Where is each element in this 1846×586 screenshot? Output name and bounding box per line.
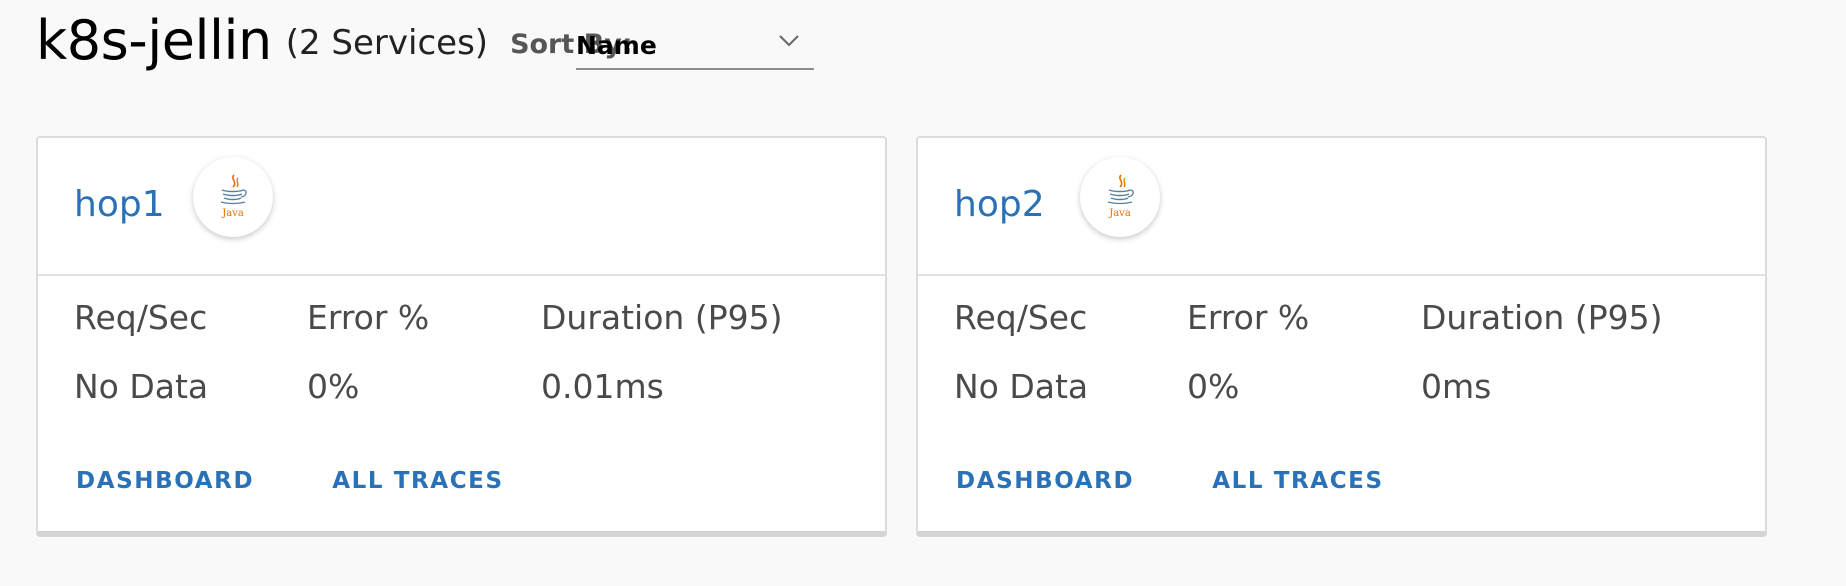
chevron-down-icon bbox=[779, 35, 799, 47]
metric-label: Req/Sec bbox=[954, 298, 1088, 337]
metric-value: 0% bbox=[307, 367, 360, 406]
service-card: hop1 Java Req/Sec No Data Error % 0% Dur… bbox=[36, 136, 887, 537]
metric-duration-p95: Duration (P95) 0.01ms bbox=[541, 298, 782, 406]
all-traces-link[interactable]: ALL TRACES bbox=[332, 468, 503, 494]
metric-label: Duration (P95) bbox=[541, 298, 783, 337]
metric-req-sec: Req/Sec No Data bbox=[954, 298, 1088, 406]
metric-error-rate: Error % 0% bbox=[1187, 298, 1309, 406]
metric-label: Error % bbox=[1187, 298, 1310, 337]
metric-label: Duration (P95) bbox=[1421, 298, 1663, 337]
metric-value: 0% bbox=[1187, 367, 1240, 406]
metric-error-rate: Error % 0% bbox=[307, 298, 429, 406]
metric-duration-p95: Duration (P95) 0ms bbox=[1421, 298, 1662, 406]
metric-label: Error % bbox=[307, 298, 430, 337]
svg-text:Java: Java bbox=[221, 208, 244, 219]
svg-text:Java: Java bbox=[1108, 208, 1131, 219]
dashboard-link[interactable]: DASHBOARD bbox=[956, 468, 1134, 494]
service-name-link[interactable]: hop2 bbox=[954, 184, 1045, 225]
card-header: hop1 Java bbox=[38, 138, 885, 276]
java-icon: Java bbox=[1080, 157, 1160, 237]
metric-req-sec: Req/Sec No Data bbox=[74, 298, 208, 406]
service-card: hop2 Java Req/Sec No Data Error % 0% Dur… bbox=[916, 136, 1767, 537]
metric-value: No Data bbox=[954, 367, 1089, 406]
sort-selected-value: Name bbox=[576, 31, 657, 60]
card-actions: DASHBOARD ALL TRACES bbox=[76, 468, 504, 494]
metric-value: No Data bbox=[74, 367, 209, 406]
service-name-link[interactable]: hop1 bbox=[74, 184, 165, 225]
sort-by-select[interactable]: Name bbox=[576, 24, 814, 70]
java-icon: Java bbox=[193, 157, 273, 237]
card-header: hop2 Java bbox=[918, 138, 1765, 276]
service-count: (2 Services) bbox=[285, 23, 489, 63]
dashboard-link[interactable]: DASHBOARD bbox=[76, 468, 254, 494]
all-traces-link[interactable]: ALL TRACES bbox=[1212, 468, 1383, 494]
card-actions: DASHBOARD ALL TRACES bbox=[956, 468, 1384, 494]
metric-value: 0ms bbox=[1421, 367, 1492, 406]
metric-value: 0.01ms bbox=[541, 367, 664, 406]
page-header: k8s-jellin (2 Services) Sort By: bbox=[36, 0, 633, 80]
metric-label: Req/Sec bbox=[74, 298, 208, 337]
page-title: k8s-jellin bbox=[36, 8, 272, 72]
